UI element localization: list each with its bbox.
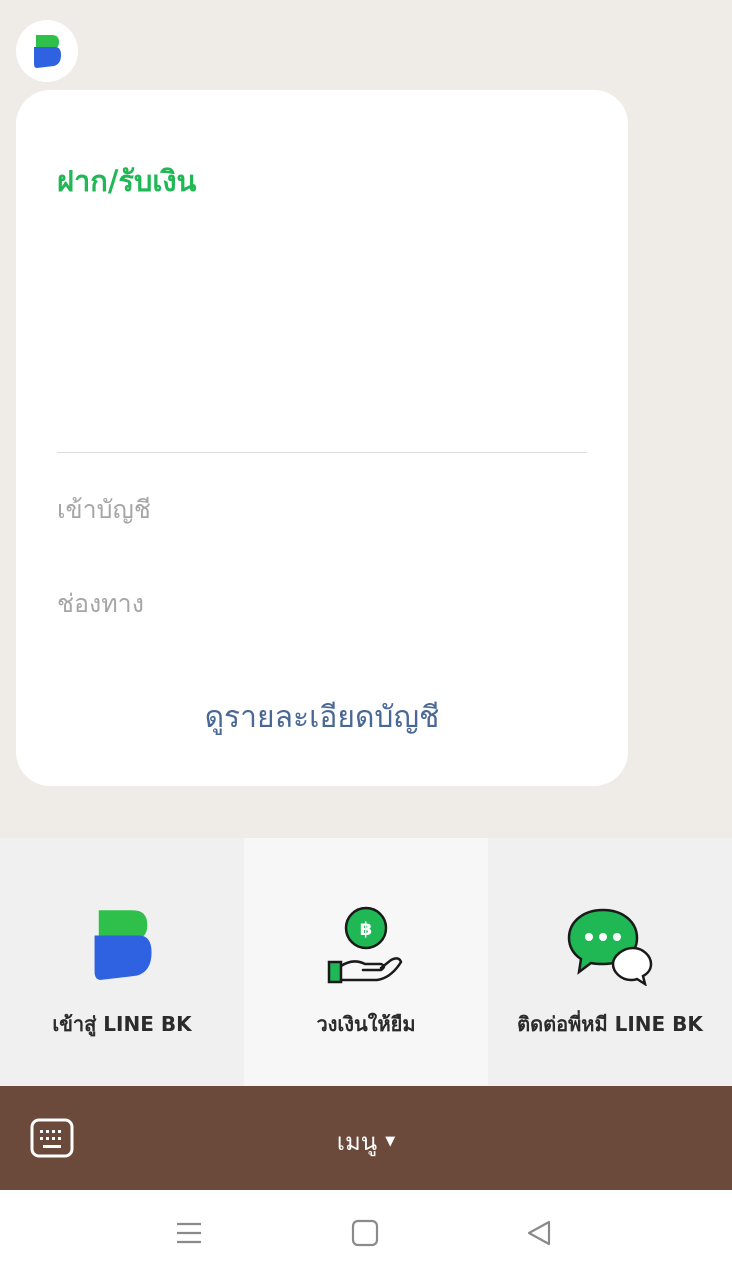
menu-item-contact[interactable]: ติดต่อพี่หมี LINE BK <box>488 838 732 1086</box>
recent-apps-icon <box>177 1222 201 1244</box>
caret-down-icon: ▼ <box>385 1134 396 1149</box>
menu-toggle-button[interactable]: เมนู ▼ <box>0 1122 732 1161</box>
hand-coin-icon: ฿ <box>327 906 403 984</box>
svg-text:฿: ฿ <box>360 919 373 940</box>
chat-area: ฝาก/รับเงิน เข้าบัญชี ช่องทาง ดูรายละเอี… <box>0 0 732 838</box>
account-label: เข้าบัญชี <box>57 495 151 524</box>
chat-bubbles-icon <box>567 908 653 986</box>
home-button[interactable] <box>350 1218 380 1252</box>
line-bk-logo-icon <box>94 910 152 980</box>
line-bk-avatar[interactable] <box>16 20 78 82</box>
channel-label: ช่องทาง <box>57 589 144 618</box>
rich-menu: เข้าสู่ LINE BK ฿ วงเงินให้ยืม ติดต่อพี่… <box>0 838 732 1086</box>
home-icon <box>351 1219 379 1247</box>
deposit-card: ฝาก/รับเงิน เข้าบัญชี ช่องทาง ดูรายละเอี… <box>16 90 628 786</box>
line-bk-logo-icon <box>34 35 61 68</box>
back-button[interactable] <box>524 1218 554 1252</box>
menu-item-label: ติดต่อพี่หมี LINE BK <box>517 1012 703 1036</box>
card-divider <box>57 452 587 453</box>
menu-label: เมนู <box>336 1128 378 1156</box>
menu-item-line-bk[interactable]: เข้าสู่ LINE BK <box>0 838 244 1086</box>
menu-item-loan[interactable]: ฿ วงเงินให้ยืม <box>244 838 488 1086</box>
menu-bar: เมนู ▼ <box>0 1086 732 1190</box>
view-details-link[interactable]: ดูรายละเอียดบัญชี <box>16 694 628 741</box>
card-title: ฝาก/รับเงิน <box>57 164 197 198</box>
recent-apps-button[interactable] <box>174 1218 204 1252</box>
menu-item-label: วงเงินให้ยืม <box>316 1012 416 1036</box>
back-icon <box>527 1220 551 1246</box>
menu-item-label: เข้าสู่ LINE BK <box>52 1012 192 1036</box>
system-nav-bar <box>0 1190 732 1280</box>
